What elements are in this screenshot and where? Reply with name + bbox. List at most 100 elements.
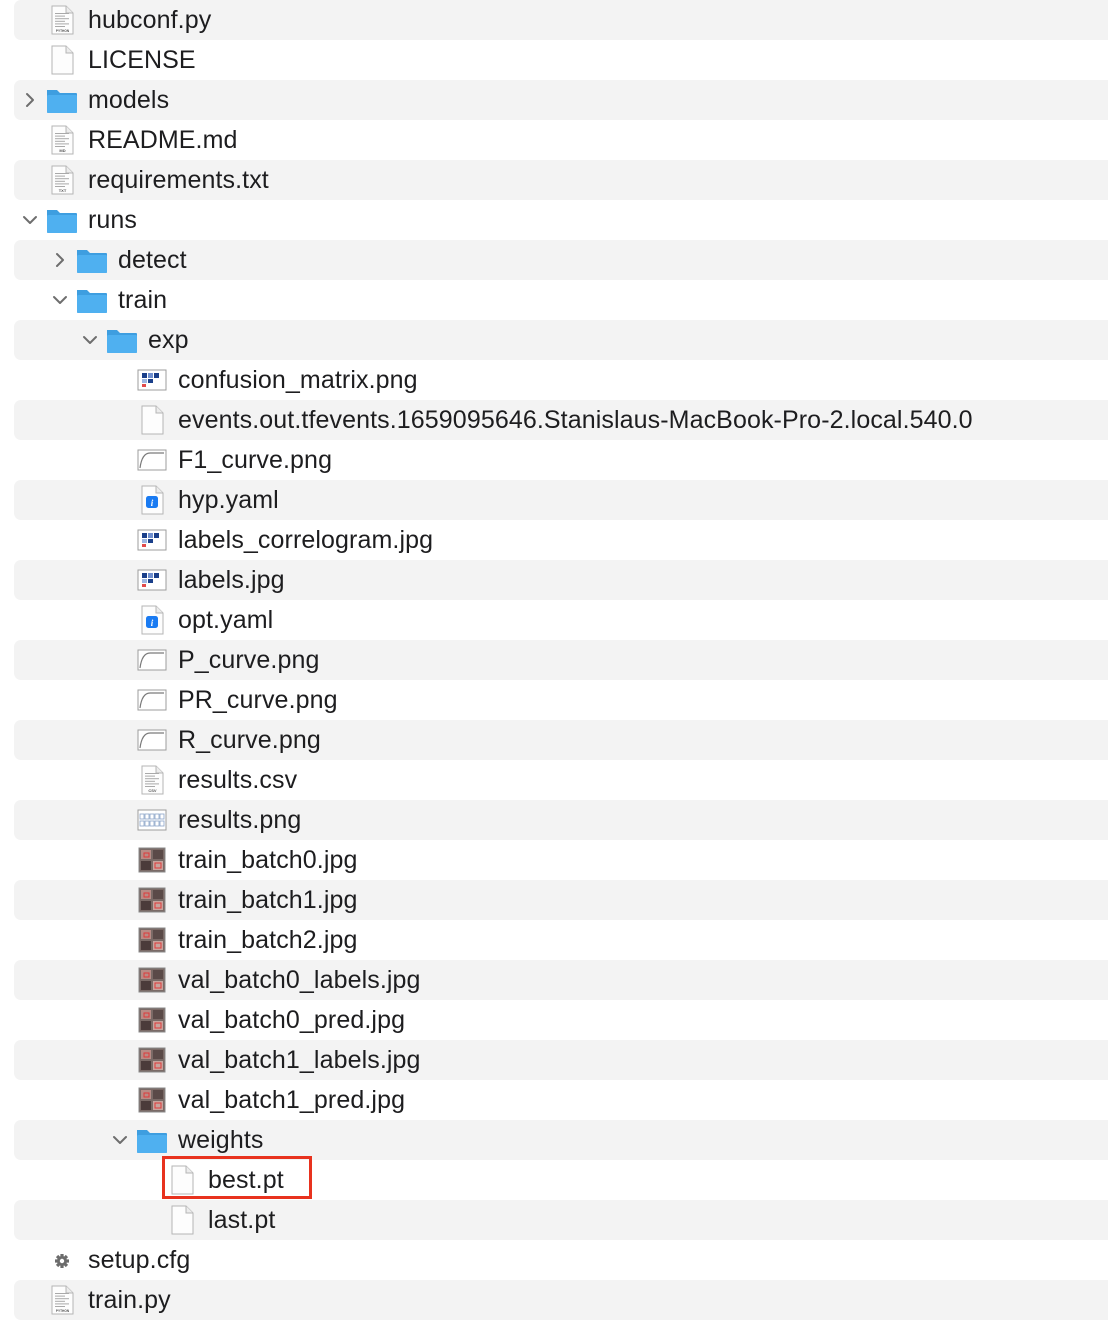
tree-row-label: hyp.yaml [178,486,279,514]
tree-row-label: train.py [88,1286,171,1314]
tree-row-requirements-txt[interactable]: TXT requirements.txt [14,160,1108,200]
tree-row-readme-md[interactable]: MD README.md [14,120,1108,160]
tree-row-label: train_batch0.jpg [178,846,358,874]
tree-row-label: labels_correlogram.jpg [178,526,434,554]
tree-row-f1-curve-png[interactable]: F1_curve.png [14,440,1108,480]
tree-row-train-batch2-jpg[interactable]: train_batch2.jpg [14,920,1108,960]
image-thumbnail-icon [136,364,168,396]
tree-row-labels-jpg[interactable]: labels.jpg [14,560,1108,600]
tree-row-label: F1_curve.png [178,446,333,474]
svg-text:TXT: TXT [59,188,67,193]
blank-file-icon [166,1164,198,1196]
folder-icon [106,324,138,356]
tree-row-label: labels.jpg [178,566,285,594]
tree-row-best-pt[interactable]: best.pt [14,1160,1108,1200]
tree-row-confusion-matrix-png[interactable]: confusion_matrix.png [14,360,1108,400]
tree-row-r-curve-png[interactable]: R_curve.png [14,720,1108,760]
svg-text:PYTHON: PYTHON [56,1309,70,1313]
tree-row-train-py[interactable]: PYTHON train.py [14,1280,1108,1320]
markdown-file-icon: MD [46,124,78,156]
tree-row-label: detect [118,246,187,274]
chevron-down-icon[interactable] [82,332,98,348]
svg-text:CSV: CSV [148,788,157,793]
chevron-right-icon[interactable] [22,92,38,108]
tree-row-label: last.pt [208,1206,276,1234]
tree-row-label: R_curve.png [178,726,321,754]
tree-row-detect[interactable]: detect [14,240,1108,280]
curve-thumbnail-icon [136,444,168,476]
tree-row-label: opt.yaml [178,606,274,634]
svg-text:PYTHON: PYTHON [56,29,70,33]
tree-row-label: events.out.tfevents.1659095646.Stanislau… [178,406,973,434]
tree-row-val-batch1-labels-jpg[interactable]: val_batch1_labels.jpg [14,1040,1108,1080]
tree-row-results-png[interactable]: results.png [14,800,1108,840]
curve-thumbnail-icon [136,724,168,756]
tree-row-p-curve-png[interactable]: P_curve.png [14,640,1108,680]
tree-row-label: confusion_matrix.png [178,366,418,394]
tree-row-label: val_batch0_labels.jpg [178,966,421,994]
tree-row-weights[interactable]: weights [14,1120,1108,1160]
tree-row-exp[interactable]: exp [14,320,1108,360]
tree-row-train-batch0-jpg[interactable]: train_batch0.jpg [14,840,1108,880]
tree-row-license[interactable]: LICENSE [14,40,1108,80]
tree-row-label: README.md [88,126,238,154]
text-file-icon: TXT [46,164,78,196]
yaml-file-icon: i [136,604,168,636]
photo-thumbnail-icon [136,884,168,916]
tree-row-hyp-yaml[interactable]: i hyp.yaml [14,480,1108,520]
folder-icon [76,284,108,316]
chevron-right-icon[interactable] [52,252,68,268]
yaml-file-icon: i [136,484,168,516]
tree-row-runs[interactable]: runs [14,200,1108,240]
tree-row-labels-correlogram-jpg[interactable]: labels_correlogram.jpg [14,520,1108,560]
chevron-down-icon[interactable] [52,292,68,308]
tree-row-setup-cfg[interactable]: setup.cfg [14,1240,1108,1280]
tree-row-val-batch0-labels-jpg[interactable]: val_batch0_labels.jpg [14,960,1108,1000]
tree-row-label: val_batch1_labels.jpg [178,1046,421,1074]
image-thumbnail-icon [136,564,168,596]
folder-icon [76,244,108,276]
tree-row-val-batch0-pred-jpg[interactable]: val_batch0_pred.jpg [14,1000,1108,1040]
folder-icon [46,84,78,116]
python-file-icon: PYTHON [46,1284,78,1316]
tree-row-train[interactable]: train [14,280,1108,320]
blank-file-icon [46,44,78,76]
tree-row-label: train [118,286,168,314]
tree-row-label: LICENSE [88,46,196,74]
tree-row-label: hubconf.py [88,6,212,34]
photo-thumbnail-icon [136,1044,168,1076]
curve-thumbnail-icon [136,684,168,716]
tree-row-events-out-tfevents-1659095646-stanislaus-macbook-pro-2-local-540-0[interactable]: events.out.tfevents.1659095646.Stanislau… [14,400,1108,440]
tree-row-label: exp [148,326,189,354]
tree-row-label: requirements.txt [88,166,269,194]
file-tree: PYTHON hubconf.py LICENSE models MD READ… [0,0,1108,1320]
blank-file-icon [166,1204,198,1236]
tree-row-pr-curve-png[interactable]: PR_curve.png [14,680,1108,720]
photo-thumbnail-icon [136,844,168,876]
tree-row-models[interactable]: models [14,80,1108,120]
tree-row-label: results.csv [178,766,298,794]
tree-row-last-pt[interactable]: last.pt [14,1200,1108,1240]
tree-row-label: train_batch2.jpg [178,926,358,954]
tree-row-label: train_batch1.jpg [178,886,358,914]
tree-row-label: runs [88,206,138,234]
folder-icon [46,204,78,236]
tree-row-train-batch1-jpg[interactable]: train_batch1.jpg [14,880,1108,920]
tree-row-label: setup.cfg [88,1246,191,1274]
curve-thumbnail-icon [136,644,168,676]
tree-row-val-batch1-pred-jpg[interactable]: val_batch1_pred.jpg [14,1080,1108,1120]
tree-row-label: weights [178,1126,264,1154]
photo-thumbnail-icon [136,924,168,956]
tree-row-label: P_curve.png [178,646,320,674]
tree-row-label: val_batch1_pred.jpg [178,1086,406,1114]
tree-row-opt-yaml[interactable]: i opt.yaml [14,600,1108,640]
chart-thumbnail-icon [136,804,168,836]
photo-thumbnail-icon [136,964,168,996]
chevron-down-icon[interactable] [112,1132,128,1148]
photo-thumbnail-icon [136,1004,168,1036]
svg-text:MD: MD [59,148,65,153]
photo-thumbnail-icon [136,1084,168,1116]
tree-row-results-csv[interactable]: CSV results.csv [14,760,1108,800]
chevron-down-icon[interactable] [22,212,38,228]
tree-row-hubconf-py[interactable]: PYTHON hubconf.py [14,0,1108,40]
